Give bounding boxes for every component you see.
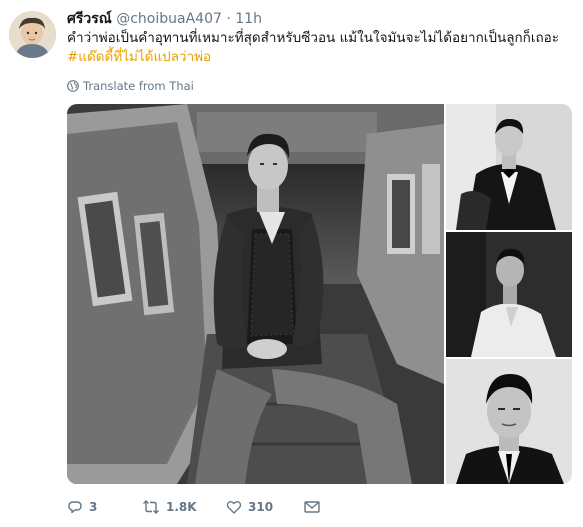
like-button[interactable]: 310 <box>226 499 304 515</box>
tweet: ศรีวรณ์ @choibuaA407 · 11h คำว่าพ่อเป็นค… <box>0 0 583 527</box>
reply-icon <box>68 501 82 514</box>
hashtag-link[interactable]: #แด๊ดดี้ที่ไม่ได้แปลว่าพ่อ <box>67 48 211 67</box>
globe-icon <box>67 80 79 92</box>
translate-label: Translate from Thai <box>83 79 194 93</box>
media-photo-tuxedo[interactable] <box>446 104 572 230</box>
reply-button[interactable]: 3 <box>67 499 142 515</box>
avatar-image <box>9 11 56 58</box>
retweet-button[interactable]: 1.8K <box>142 499 226 515</box>
tweet-text: คำว่าพ่อเป็นคำอุทานที่เหมาะที่สุดสำหรับซ… <box>67 30 559 46</box>
tweet-header: ศรีวรณ์ @choibuaA407 · 11h <box>67 9 262 29</box>
display-name[interactable]: ศรีวรณ์ <box>67 11 112 27</box>
media-grid <box>67 104 572 484</box>
retweet-count: 1.8K <box>166 500 197 514</box>
retweet-icon <box>143 500 159 514</box>
media-photo-portrait[interactable] <box>446 359 572 484</box>
translate-link[interactable]: Translate from Thai <box>67 78 194 94</box>
direct-message-button[interactable] <box>304 500 320 514</box>
tweet-actions: 3 1.8K 310 <box>67 496 320 518</box>
avatar[interactable] <box>9 11 56 58</box>
user-handle[interactable]: @choibuaA407 <box>116 11 222 27</box>
like-count: 310 <box>248 500 274 514</box>
media-photo-main[interactable] <box>67 104 444 484</box>
media-photo-shirt[interactable] <box>446 232 572 357</box>
timestamp[interactable]: 11h <box>235 11 262 27</box>
heart-icon <box>226 501 242 514</box>
envelope-icon <box>304 501 320 513</box>
reply-count: 3 <box>89 500 98 514</box>
separator-dot: · <box>226 11 231 27</box>
